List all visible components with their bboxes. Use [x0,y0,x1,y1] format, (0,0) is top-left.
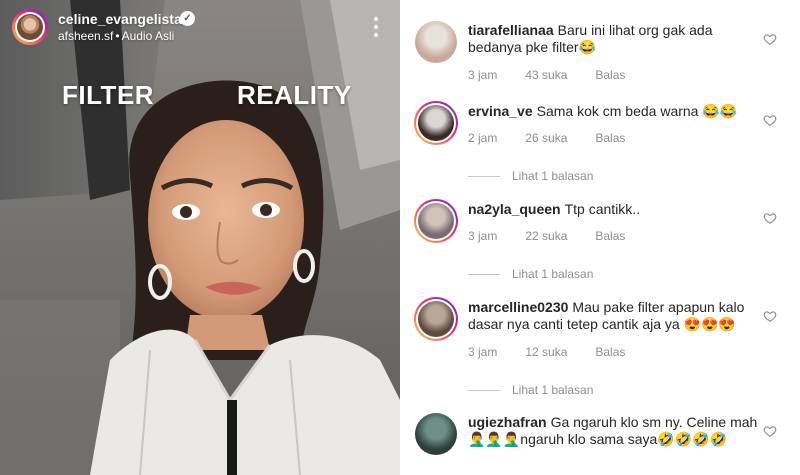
author-username[interactable]: celine_evangelista [58,11,182,27]
comment-meta: 2 jam 26 suka Balas [468,131,653,145]
comment-time: 3 jam [468,345,498,359]
view-replies-button[interactable]: Lihat 1 balasan [468,169,593,183]
comment-time: 3 jam [468,229,498,243]
comment-time: 2 jam [468,131,498,145]
reply-button[interactable]: Balas [595,68,625,82]
comments-panel: tiarafellianaa Baru ini lihat org gak ada… [400,0,800,475]
commenter-avatar[interactable] [414,297,458,341]
commenter-avatar[interactable] [414,199,458,243]
view-replies-label: Lihat 1 balasan [512,169,594,183]
comment-text: na2yla_queen Ttp cantikk.. [468,201,758,218]
heart-outline-icon[interactable] [763,424,777,438]
audio-link[interactable]: Audio Asli [122,29,175,43]
heart-outline-icon[interactable] [763,309,777,323]
video-subtitle: afsheen.sf • Audio Asli [58,29,174,43]
comment-meta: 3 jam 43 suka Balas [468,68,653,82]
video-frame-image [0,0,400,475]
comment-time: 3 jam [468,68,498,82]
comment-text: ervina_ve Sama kok cm beda warna 😂😂 [468,103,758,120]
reply-button[interactable]: Balas [595,229,625,243]
commenter-username[interactable]: tiarafellianaa [468,22,554,38]
comment-body: Sama kok cm beda warna 😂😂 [536,103,738,119]
reply-button[interactable]: Balas [595,131,625,145]
comment-likes[interactable]: 22 suka [525,229,567,243]
comment-text: marcelline0230 Mau pake filter apapun kal… [468,299,758,333]
heart-outline-icon[interactable] [763,32,777,46]
commenter-username[interactable]: ugiezhafran [468,414,547,430]
subtitle-separator: • [115,29,120,43]
replies-divider [468,176,500,178]
comment-text: tiarafellianaa Baru ini lihat org gak ada… [468,22,758,56]
comment-likes[interactable]: 12 suka [525,345,567,359]
author-avatar[interactable] [12,9,48,45]
comment-likes[interactable]: 26 suka [525,131,567,145]
commenter-username[interactable]: ervina_ve [468,103,533,119]
heart-outline-icon[interactable] [763,211,777,225]
commenter-username[interactable]: marcelline0230 [468,299,568,315]
video-panel[interactable]: celine_evangelista ✓ afsheen.sf • Audio As… [0,0,400,475]
more-vertical-icon[interactable] [368,15,384,41]
source-account-link[interactable]: afsheen.sf [58,29,113,43]
commenter-avatar[interactable] [414,101,458,145]
commenter-username[interactable]: na2yla_queen [468,201,561,217]
view-replies-label: Lihat 1 balasan [512,267,594,281]
view-replies-button[interactable]: Lihat 1 balasan [468,267,593,281]
comment-meta: 3 jam 12 suka Balas [468,345,653,359]
reply-button[interactable]: Balas [595,345,625,359]
view-replies-button[interactable]: Lihat 1 balasan [468,383,593,397]
video-header: celine_evangelista ✓ afsheen.sf • Audio As… [0,0,400,54]
comment-text: ugiezhafran Ga ngaruh klo sm ny. Celine m… [468,414,758,448]
reality-label: REALITY [237,80,352,110]
filter-label: FILTER [62,80,155,110]
commenter-avatar[interactable] [414,412,458,456]
comment-meta: 3 jam 22 suka Balas [468,229,653,243]
comment-body: Ttp cantikk.. [564,201,641,217]
view-replies-label: Lihat 1 balasan [512,383,594,397]
comment-likes[interactable]: 43 suka [525,68,567,82]
replies-divider [468,274,500,276]
commenter-avatar[interactable] [414,20,458,64]
verified-badge-icon: ✓ [180,11,195,26]
heart-outline-icon[interactable] [763,113,777,127]
replies-divider [468,390,500,392]
